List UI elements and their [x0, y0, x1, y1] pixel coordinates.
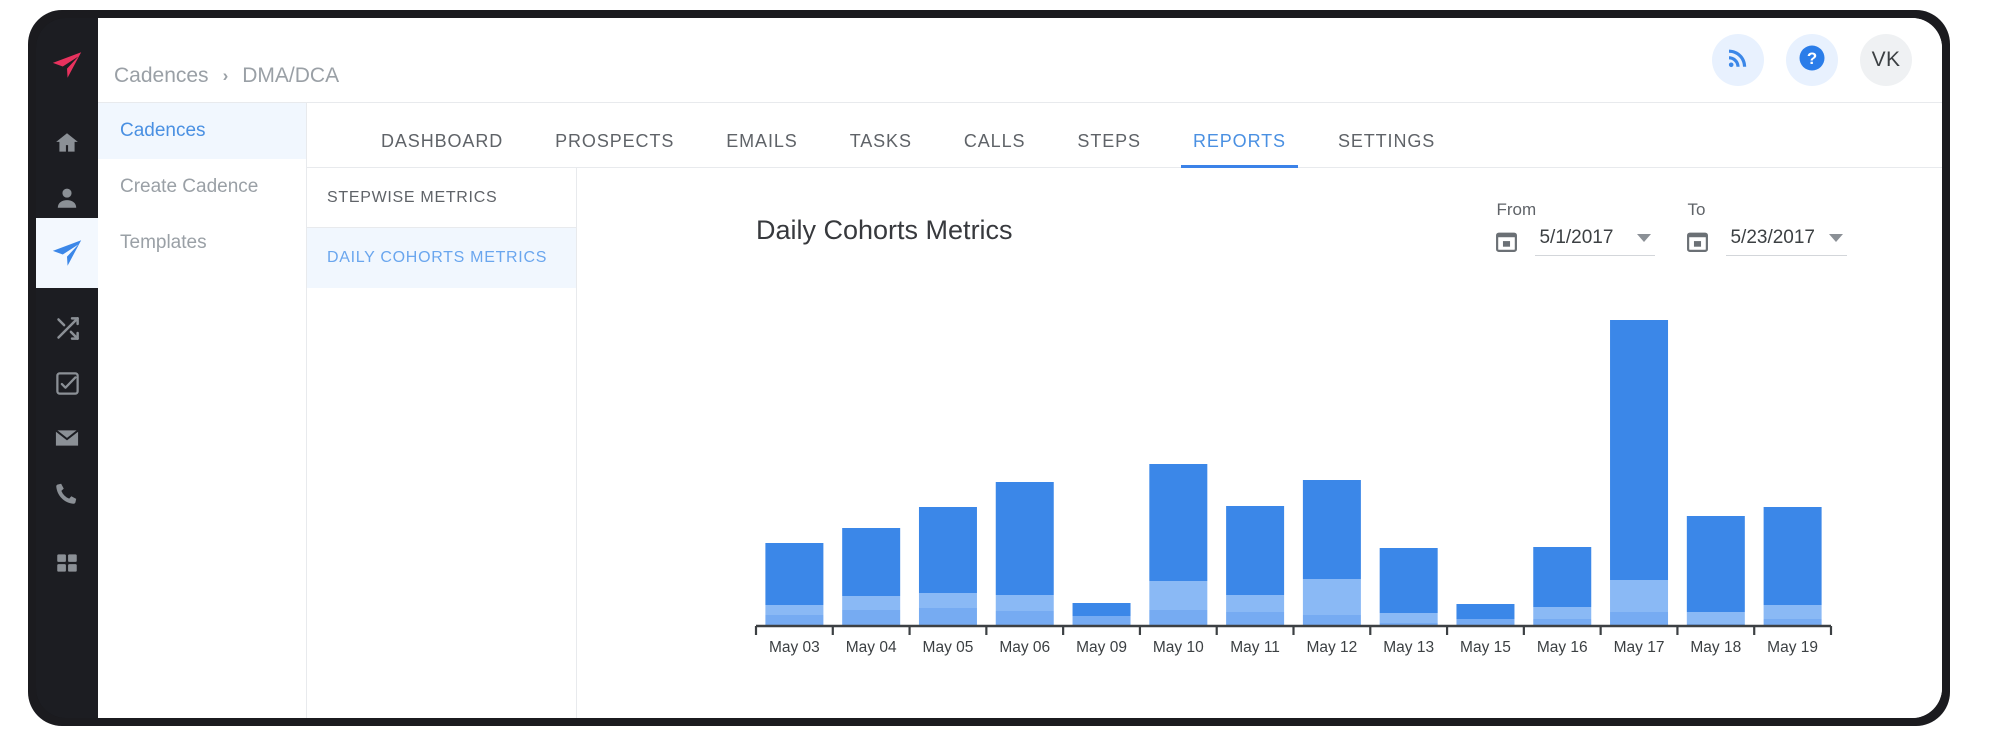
sidebar-item-label: Cadences: [120, 120, 206, 141]
tab-settings[interactable]: SETTINGS: [1312, 131, 1461, 167]
sidebar-item-label: Templates: [120, 232, 207, 253]
x-axis-label: May 12: [1306, 639, 1357, 656]
bar-may-04[interactable]: [842, 528, 901, 626]
x-axis-label: May 06: [999, 639, 1050, 656]
metric-nav-item-daily-cohorts[interactable]: DAILY COHORTS METRICS: [307, 228, 576, 288]
x-axis-label: May 13: [1383, 639, 1434, 656]
x-axis-label: May 10: [1153, 639, 1204, 656]
home-icon: [54, 130, 80, 156]
tab-steps[interactable]: STEPS: [1051, 131, 1167, 167]
app-window: Cadences › DMA/DCA ? VK Cadences Create …: [98, 18, 1942, 718]
tab-label: SETTINGS: [1337, 131, 1436, 151]
content-pane: Daily Cohorts Metrics From 5/1/2017 To 5…: [577, 168, 1942, 718]
tab-calls[interactable]: CALLS: [938, 131, 1052, 167]
bar-may-13[interactable]: [1379, 548, 1438, 626]
bar-may-17[interactable]: [1610, 320, 1669, 626]
x-axis-label: May 09: [1076, 639, 1127, 656]
tab-label: TASKS: [849, 131, 912, 151]
tab-reports[interactable]: REPORTS: [1167, 131, 1312, 168]
x-axis-label: May 18: [1690, 639, 1741, 656]
icon-rail: [36, 18, 98, 718]
tab-label: REPORTS: [1192, 131, 1286, 151]
svg-text:?: ?: [1807, 49, 1817, 68]
tab-label: EMAILS: [726, 131, 798, 151]
bar-may-19[interactable]: [1763, 507, 1822, 626]
avatar-initials: VK: [1871, 48, 1901, 71]
chart-svg: May 03 May 04 May 05 May 06 May 09 May 10 May …: [754, 320, 1833, 656]
task-checkbox-icon: [54, 370, 81, 397]
x-axis-label: May 15: [1460, 639, 1511, 656]
daily-cohorts-bar-chart: May 03 May 04 May 05 May 06 May 09 May 10 May …: [577, 168, 1942, 718]
phone-icon: [54, 480, 80, 506]
bar-may-15[interactable]: [1456, 604, 1515, 626]
feed-button[interactable]: [1712, 34, 1764, 86]
bar-may-12[interactable]: [1302, 480, 1361, 626]
breadcrumb-separator-icon: ›: [222, 66, 229, 85]
breadcrumb-current: DMA/DCA: [242, 64, 340, 87]
sidebar-item-create-cadence[interactable]: Create Cadence: [98, 159, 306, 215]
rail-item-calls[interactable]: [36, 458, 98, 528]
bar-may-16[interactable]: [1533, 547, 1592, 626]
tab-emails[interactable]: EMAILS: [700, 131, 823, 167]
rss-icon: [1726, 46, 1750, 75]
x-axis-label: May 05: [923, 639, 974, 656]
header-actions: ? VK: [1712, 34, 1912, 86]
sidebar-item-cadences[interactable]: Cadences: [98, 103, 306, 159]
help-button[interactable]: ?: [1786, 34, 1838, 86]
person-icon: [54, 185, 80, 211]
tab-bar: DASHBOARD PROSPECTS EMAILS TASKS CALLS S…: [307, 103, 1942, 168]
bar-may-06[interactable]: [995, 482, 1054, 626]
paper-plane-icon: [50, 236, 84, 270]
rail-item-cadences[interactable]: [36, 218, 98, 288]
bar-may-03[interactable]: [765, 543, 824, 626]
logo-paper-plane-icon: [50, 48, 84, 82]
sidebar-item-templates[interactable]: Templates: [98, 215, 306, 271]
x-axis-label: May 19: [1767, 639, 1818, 656]
x-axis-label: May 11: [1230, 639, 1280, 656]
metric-nav-item-stepwise[interactable]: STEPWISE METRICS: [307, 168, 576, 228]
metric-nav: STEPWISE METRICS DAILY COHORTS METRICS: [307, 168, 577, 718]
tab-prospects[interactable]: PROSPECTS: [529, 131, 700, 167]
x-axis-label: May 17: [1614, 639, 1665, 656]
breadcrumb-root[interactable]: Cadences: [114, 64, 209, 88]
top-bar: Cadences › DMA/DCA ? VK: [98, 18, 1942, 103]
shuffle-icon: [54, 315, 81, 342]
rail-item-logo[interactable]: [36, 30, 98, 100]
grid-apps-icon: [54, 550, 80, 576]
tab-label: STEPS: [1077, 131, 1141, 151]
bar-may-18[interactable]: [1686, 516, 1745, 626]
envelope-icon: [53, 424, 81, 452]
sidebar: Cadences Create Cadence Templates: [98, 103, 307, 718]
tab-tasks[interactable]: TASKS: [824, 131, 938, 167]
metric-nav-label: STEPWISE METRICS: [327, 188, 498, 206]
tab-label: PROSPECTS: [555, 131, 675, 151]
help-circle-icon: ?: [1797, 43, 1827, 78]
rail-item-apps[interactable]: [36, 528, 98, 598]
tab-dashboard[interactable]: DASHBOARD: [355, 131, 529, 167]
breadcrumb: Cadences › DMA/DCA: [114, 64, 339, 88]
device-frame: Cadences › DMA/DCA ? VK Cadences Create …: [0, 0, 2011, 738]
bar-may-05[interactable]: [918, 507, 977, 626]
x-axis-label: May 03: [769, 639, 820, 656]
tab-label: CALLS: [963, 131, 1026, 151]
bar-may-11[interactable]: [1226, 506, 1285, 626]
bar-may-10[interactable]: [1149, 464, 1208, 626]
tab-label: DASHBOARD: [381, 131, 504, 151]
avatar[interactable]: VK: [1860, 34, 1912, 86]
bar-may-09[interactable]: [1072, 603, 1131, 626]
sidebar-item-label: Create Cadence: [120, 176, 259, 197]
x-axis-label: May 16: [1537, 639, 1588, 656]
metric-nav-label: DAILY COHORTS METRICS: [327, 248, 548, 266]
x-axis-label: May 04: [846, 639, 897, 656]
